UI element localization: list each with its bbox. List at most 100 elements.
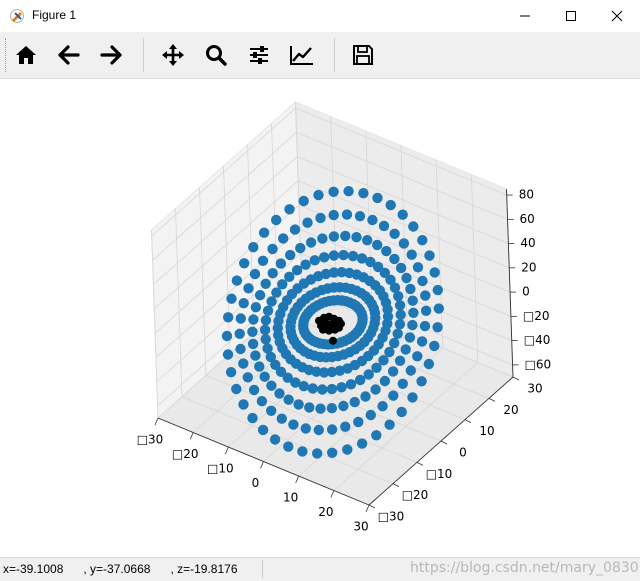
z-tick-label: □20 (523, 309, 550, 323)
scatter-point (398, 238, 410, 249)
arrow-left-icon (58, 45, 80, 65)
cluster-point (328, 336, 337, 345)
x-tick (295, 475, 300, 484)
scatter-point (429, 340, 440, 352)
figure-canvas[interactable]: □30 □20 □10 0 10 20 30 □30 □20 □10 0 10 20 30 80 60 40 20… (0, 79, 640, 557)
scatter-point (381, 245, 392, 257)
scatter-point (317, 384, 328, 395)
scatter-point (313, 424, 324, 436)
edit-axes-button[interactable] (286, 39, 318, 71)
scatter-point (254, 361, 265, 372)
pan-button[interactable] (157, 39, 189, 71)
y-tick-label: 20 (503, 403, 518, 417)
scatter-point (276, 413, 287, 424)
scatter-point (289, 224, 301, 235)
home-icon (16, 46, 36, 64)
scatter-point (315, 403, 326, 414)
scatter-point (225, 367, 237, 378)
save-button[interactable] (347, 39, 379, 71)
scatter-point (221, 330, 233, 342)
status-separator (262, 560, 263, 578)
z-tick-label: 60 (520, 212, 535, 226)
scatter-point (420, 305, 432, 316)
scatter-point (284, 204, 295, 215)
scatter-point (260, 278, 271, 289)
scatter-point (367, 214, 378, 226)
scatter-point (347, 250, 359, 262)
z-tick-label: 40 (520, 236, 535, 250)
scatter-point (417, 235, 428, 246)
y-tick (464, 419, 472, 424)
x-tick (330, 490, 335, 498)
back-button[interactable] (53, 39, 85, 71)
y-tick (416, 461, 424, 466)
scatter-point (327, 447, 338, 458)
scatter-point (248, 314, 259, 325)
zoom-button[interactable] (200, 39, 232, 71)
scatter-point (397, 209, 408, 220)
magnifier-icon (206, 45, 227, 66)
z-tick-label: 20 (521, 260, 536, 274)
scatter-point (254, 290, 266, 301)
scatter-point (259, 371, 270, 382)
move-icon (162, 44, 184, 66)
scatter-point (401, 272, 412, 284)
title-bar: Figure 1 (0, 0, 640, 32)
x-tick (154, 417, 159, 426)
scatter-point (388, 390, 399, 401)
watermark-text: https://blog.csdn.net/mary_0830 (410, 560, 639, 576)
scatter-point (256, 396, 268, 407)
scatter-point (295, 242, 306, 254)
scatter-point (389, 253, 400, 265)
scatter-point (315, 212, 326, 224)
3d-scatter-chart[interactable]: □30 □20 □10 0 10 20 30 □30 □20 □10 0 10 20 30 80 60 40 20… (0, 79, 640, 557)
y-tick-label: □30 (378, 510, 405, 524)
minimize-button[interactable] (502, 0, 548, 32)
scatter-point (238, 298, 249, 309)
z-tick-label: □40 (524, 333, 551, 347)
scatter-point (406, 249, 417, 260)
scatter-point (336, 382, 347, 393)
toolbar-grip (5, 38, 9, 72)
line-chart-icon (290, 46, 313, 65)
navigation-toolbar (0, 32, 640, 79)
scatter-point (328, 231, 340, 242)
floppy-disk-icon (353, 45, 373, 65)
scatter-point (288, 419, 299, 430)
scatter-point (433, 303, 444, 314)
scatter-point (394, 355, 406, 366)
scatter-point (266, 296, 277, 307)
scatter-point (362, 235, 373, 246)
scatter-point (340, 230, 351, 242)
scatter-point (384, 419, 395, 430)
scatter-point (235, 313, 246, 324)
y-tick (392, 483, 400, 488)
scatter-point (267, 243, 278, 255)
scatter-point (271, 214, 282, 226)
scatter-point (356, 438, 368, 449)
y-tick-label: □20 (402, 488, 429, 502)
scatter-point (429, 267, 440, 278)
scatter-point (379, 375, 391, 387)
scatter-point (345, 379, 357, 390)
scatter-point (395, 309, 406, 320)
scatter-point (378, 220, 390, 232)
home-button[interactable] (10, 39, 42, 71)
scatter-point (269, 434, 281, 445)
scatter-point (416, 376, 427, 387)
subplots-button[interactable] (243, 39, 275, 71)
scatter-point (328, 250, 340, 261)
scatter-point (372, 239, 383, 251)
x-tick-label: □30 (137, 433, 164, 447)
x-tick (365, 504, 370, 513)
scatter-point (408, 307, 419, 318)
x-tick (260, 461, 264, 469)
y-tick-label: 30 (527, 382, 542, 396)
scatter-point (424, 250, 435, 261)
scatter-point (416, 336, 428, 347)
maximize-button[interactable] (548, 0, 594, 32)
scatter-point (275, 258, 287, 269)
close-button[interactable] (594, 0, 640, 32)
scatter-point (407, 295, 418, 306)
forward-button[interactable] (95, 39, 127, 71)
